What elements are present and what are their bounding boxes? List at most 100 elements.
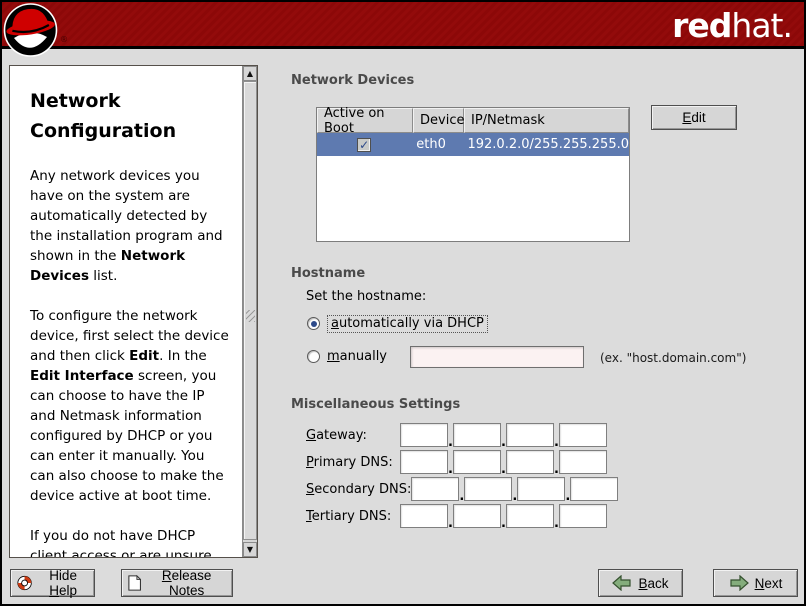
secondary-dns-octet-2[interactable] (464, 477, 512, 501)
manually-mnemonic: m (327, 349, 340, 364)
scrollbar-grip (246, 310, 255, 322)
network-devices-table: Active on Boot Device IP/Netmask ✓ eth0 … (316, 107, 630, 242)
next-arrow-icon (729, 575, 749, 591)
gateway-label-rest: ateway: (316, 428, 367, 443)
primary-dns-octet-1[interactable] (400, 450, 448, 474)
column-header-device[interactable]: Device (413, 108, 464, 133)
primary-dns-label-rest: rimary DNS: (314, 455, 393, 470)
help-panel: Network Configuration Any network device… (9, 65, 258, 558)
life-preserver-icon (17, 574, 32, 592)
active-on-boot-cell: ✓ (317, 138, 411, 152)
secondary-dns-octet-1[interactable] (411, 477, 459, 501)
primary-dns-mnemonic: P (306, 455, 314, 470)
hostname-input[interactable] (410, 346, 584, 368)
device-cell: eth0 (411, 137, 461, 152)
hostname-example-hint: (ex. "host.domain.com") (600, 351, 746, 365)
redhat-shadowman-logo-icon (3, 2, 58, 57)
titlebar: redhat. (0, 0, 806, 49)
scroll-up-icon[interactable]: ▲ (243, 66, 257, 81)
help-p2-bold: Edit (129, 348, 159, 364)
next-label: Next (755, 576, 783, 591)
gateway-octet-4[interactable] (559, 423, 607, 447)
gateway-octet-2[interactable] (453, 423, 501, 447)
release-notes-label: Release Notes (147, 568, 226, 598)
help-paragraph-2: To configure the network device, first s… (30, 306, 230, 506)
radio-manually[interactable] (307, 350, 320, 363)
primary-dns-octet-2[interactable] (453, 450, 501, 474)
help-text: Network Configuration Any network device… (22, 86, 230, 558)
tertiary-dns-label: Tertiary DNS: (306, 509, 400, 524)
active-on-boot-checkbox[interactable]: ✓ (357, 138, 371, 152)
gateway-mnemonic: G (306, 428, 316, 443)
release-notes-button[interactable]: Release Notes (121, 569, 233, 597)
release-notes-rest: elease Notes (169, 568, 211, 598)
hide-help-pre: Hide (49, 568, 77, 583)
release-notes-mnemonic: R (162, 568, 172, 583)
help-p2-bold: Edit Interface (30, 368, 134, 384)
document-icon (128, 574, 141, 592)
edit-label-rest: dit (691, 110, 705, 125)
help-p1-seg: list. (89, 268, 117, 284)
hostname-section-title: Hostname (291, 266, 365, 281)
focus-rectangle: automatically via DHCP (327, 315, 488, 333)
back-button[interactable]: Back (598, 569, 683, 597)
help-paragraph-3: If you do not have DHCP client access or… (30, 526, 230, 558)
secondary-dns-octet-4[interactable] (570, 477, 618, 501)
table-header-row: Active on Boot Device IP/Netmask (317, 108, 629, 133)
back-mnemonic: B (638, 576, 647, 591)
network-devices-section-title: Network Devices (291, 73, 414, 88)
primary-dns-label: Primary DNS: (306, 455, 400, 470)
registered-trademark: ® (60, 35, 68, 44)
installer-window: redhat. ® Network Configuration Any netw… (0, 0, 806, 606)
next-rest: ext (764, 576, 782, 591)
auto-dhcp-label[interactable]: automatically via DHCP (331, 316, 488, 331)
scrollbar-thumb[interactable] (243, 81, 257, 540)
tertiary-dns-label-rest: ertiary DNS: (312, 509, 392, 524)
wordmark-hat: hat (731, 6, 782, 45)
help-paragraph-1: Any network devices you have on the syst… (30, 166, 230, 286)
edit-button[interactable]: Edit (651, 105, 737, 130)
radio-auto-dhcp[interactable] (307, 317, 320, 330)
primary-dns-octet-4[interactable] (559, 450, 607, 474)
wordmark-dot: . (783, 6, 793, 45)
scroll-down-icon[interactable]: ▼ (243, 542, 257, 557)
gateway-octet-1[interactable] (400, 423, 448, 447)
next-button[interactable]: Next (713, 569, 798, 597)
hide-help-rest: elp (59, 583, 77, 598)
auto-mnemonic: a (331, 316, 339, 331)
primary-dns-row: Primary DNS: . . . (306, 449, 607, 475)
tertiary-dns-octet-3[interactable] (506, 504, 554, 528)
gateway-row: Gateway: . . . (306, 422, 607, 448)
next-mnemonic: N (755, 576, 765, 591)
table-row-eth0[interactable]: ✓ eth0 192.0.2.0/255.255.255.0 (317, 133, 629, 156)
manually-label-rest: anually (340, 349, 387, 364)
secondary-dns-label-rest: econdary DNS: (314, 482, 411, 497)
tertiary-dns-octet-4[interactable] (559, 504, 607, 528)
misc-settings-section-title: Miscellaneous Settings (291, 397, 460, 412)
help-p2-seg: screen, you can choose to have the IP an… (30, 368, 224, 504)
secondary-dns-label: Secondary DNS: (306, 482, 411, 497)
gateway-label: Gateway: (306, 428, 400, 443)
tertiary-dns-octet-1[interactable] (400, 504, 448, 528)
primary-dns-octet-3[interactable] (506, 450, 554, 474)
back-rest: ack (648, 576, 669, 591)
manually-label[interactable]: manually (327, 349, 387, 364)
secondary-dns-row: Secondary DNS: . . . (306, 476, 618, 502)
hide-help-button[interactable]: Hide Help (10, 569, 95, 597)
help-p2-seg: . In the (159, 348, 207, 364)
column-header-active-on-boot[interactable]: Active on Boot (317, 108, 413, 133)
auto-label-rest: utomatically via DHCP (339, 316, 484, 331)
help-scrollbar[interactable]: ▲ ▼ (242, 66, 257, 557)
set-hostname-label: Set the hostname: (306, 289, 426, 304)
help-title: Network Configuration (30, 86, 200, 146)
ip-netmask-cell: 192.0.2.0/255.255.255.0 (461, 137, 629, 152)
hide-help-label: Hide Help (38, 568, 88, 598)
gateway-octet-3[interactable] (506, 423, 554, 447)
tertiary-dns-octet-2[interactable] (453, 504, 501, 528)
column-header-ip-netmask[interactable]: IP/Netmask (464, 108, 629, 133)
radio-selected-dot (311, 321, 317, 327)
secondary-dns-octet-3[interactable] (517, 477, 565, 501)
tertiary-dns-row: Tertiary DNS: . . . (306, 503, 607, 529)
help-p3-seg: If you do not have DHCP client access or… (30, 528, 212, 558)
back-label: Back (638, 576, 668, 591)
